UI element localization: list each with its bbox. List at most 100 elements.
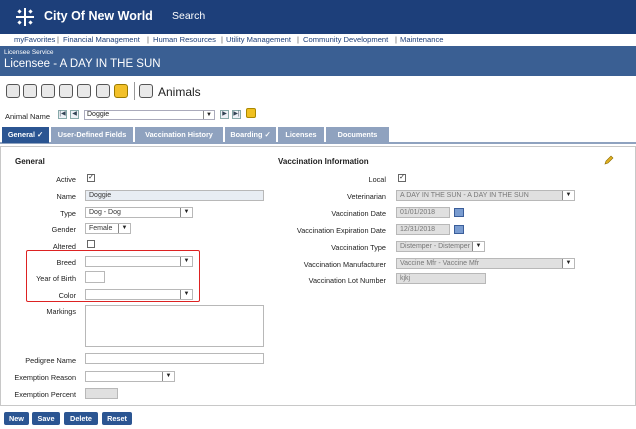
delete-button[interactable]: Delete bbox=[64, 412, 98, 425]
vaccination-date-label: Vaccination Date bbox=[331, 209, 386, 218]
menu-item-hr[interactable]: Human Resources bbox=[153, 35, 216, 44]
toolbar-divider bbox=[134, 82, 135, 100]
last-record-icon[interactable]: ▶| bbox=[232, 110, 241, 119]
exemption-percent-field bbox=[85, 388, 118, 399]
active-checkbox[interactable]: ✓ bbox=[87, 174, 95, 182]
pencil-icon[interactable] bbox=[604, 155, 614, 165]
calendar-icon[interactable] bbox=[454, 225, 464, 234]
menu-item-utility[interactable]: Utility Management bbox=[226, 35, 291, 44]
altered-checkbox[interactable] bbox=[87, 240, 95, 248]
prev-record-icon[interactable]: ◀ bbox=[70, 110, 79, 119]
chevron-down-icon[interactable]: ▼ bbox=[180, 257, 192, 266]
chevron-down-icon[interactable]: ▼ bbox=[180, 208, 192, 217]
toolbar-title: Animals bbox=[158, 85, 201, 99]
exemption-reason-label: Exemption Reason bbox=[14, 373, 76, 382]
menu-item-community[interactable]: Community Development bbox=[303, 35, 388, 44]
vaccination-section-title: Vaccination Information bbox=[278, 157, 369, 166]
service-label: Licensee Service bbox=[4, 49, 54, 56]
main-menu: myFavorites | Financial Management | Hum… bbox=[0, 34, 636, 46]
menu-separator: | bbox=[147, 35, 149, 44]
exemption-percent-label: Exemption Percent bbox=[14, 390, 76, 399]
gender-select-value: Female bbox=[89, 225, 113, 232]
vaccination-type-select[interactable]: Distemper - Distemper ▼ bbox=[396, 241, 485, 252]
pedigree-name-field[interactable] bbox=[85, 353, 264, 364]
vaccination-manufacturer-select[interactable]: Vaccine Mfr - Vaccine Mfr ▼ bbox=[396, 258, 575, 269]
reset-button[interactable]: Reset bbox=[102, 412, 132, 425]
vaccination-date-field[interactable]: 01/01/2018 bbox=[396, 207, 450, 218]
menu-item-maintenance[interactable]: Maintenance bbox=[400, 35, 443, 44]
page-title: Licensee - A DAY IN THE SUN bbox=[4, 58, 161, 70]
edit-icon[interactable] bbox=[59, 84, 73, 98]
lock-icon[interactable] bbox=[246, 108, 256, 118]
type-select[interactable]: Dog - Dog ▼ bbox=[85, 207, 193, 218]
tab-boarding[interactable]: Boarding ✓ bbox=[225, 127, 276, 143]
chevron-down-icon[interactable]: ▼ bbox=[203, 111, 214, 119]
local-label: Local bbox=[368, 175, 386, 184]
vaccination-expiration-field[interactable]: 12/31/2018 bbox=[396, 224, 450, 235]
brand-name[interactable]: City Of New World bbox=[44, 9, 153, 23]
markings-label: Markings bbox=[46, 307, 76, 316]
new-button[interactable]: New bbox=[4, 412, 29, 425]
local-checkbox[interactable]: ✓ bbox=[398, 174, 406, 182]
pedigree-name-label: Pedigree Name bbox=[25, 356, 76, 365]
copy-icon[interactable] bbox=[23, 84, 37, 98]
vaccination-expiration-label: Vaccination Expiration Date bbox=[296, 226, 386, 235]
exemption-reason-select[interactable]: ▼ bbox=[85, 371, 175, 382]
animal-select[interactable]: Doggie ▼ bbox=[84, 110, 215, 120]
calendar-icon[interactable] bbox=[454, 208, 464, 217]
menu-item-financial[interactable]: Financial Management bbox=[63, 35, 140, 44]
tab-general[interactable]: General ✓ bbox=[2, 127, 49, 143]
tab-licenses[interactable]: Licenses bbox=[278, 127, 324, 143]
year-of-birth-field[interactable] bbox=[85, 271, 105, 283]
gender-select[interactable]: Female ▼ bbox=[85, 223, 131, 234]
chevron-down-icon[interactable]: ▼ bbox=[562, 191, 574, 200]
vaccination-lot-label: Vaccination Lot Number bbox=[308, 276, 386, 285]
breed-select[interactable]: ▼ bbox=[85, 256, 193, 267]
veterinarian-select-value: A DAY IN THE SUN - A DAY IN THE SUN bbox=[400, 192, 529, 199]
year-of-birth-label: Year of Birth bbox=[36, 274, 76, 283]
menu-item-favorites[interactable]: myFavorites bbox=[14, 35, 55, 44]
vaccination-lot-field[interactable]: kjkj bbox=[396, 273, 486, 284]
vaccination-manufacturer-select-value: Vaccine Mfr - Vaccine Mfr bbox=[400, 260, 480, 267]
menu-separator: | bbox=[57, 35, 59, 44]
name-label: Name bbox=[56, 192, 76, 201]
chevron-down-icon[interactable]: ▼ bbox=[118, 224, 130, 233]
color-label: Color bbox=[58, 291, 76, 300]
menu-separator: | bbox=[221, 35, 223, 44]
report-icon[interactable] bbox=[96, 84, 110, 98]
search-link[interactable]: Search bbox=[172, 10, 205, 22]
chevron-down-icon[interactable]: ▼ bbox=[562, 259, 574, 268]
name-field[interactable]: Doggie bbox=[85, 190, 264, 201]
chevron-down-icon[interactable]: ▼ bbox=[162, 372, 174, 381]
next-record-icon[interactable]: ▶ bbox=[220, 110, 229, 119]
veterinarian-select[interactable]: A DAY IN THE SUN - A DAY IN THE SUN ▼ bbox=[396, 190, 575, 201]
refresh-icon[interactable] bbox=[41, 84, 55, 98]
veterinarian-label: Veterinarian bbox=[347, 192, 386, 201]
tab-documents[interactable]: Documents bbox=[326, 127, 389, 143]
general-section-title: General bbox=[15, 157, 45, 166]
markings-textarea[interactable] bbox=[85, 305, 264, 347]
type-select-value: Dog - Dog bbox=[89, 209, 121, 216]
print-icon[interactable] bbox=[139, 84, 153, 98]
active-label: Active bbox=[56, 175, 76, 184]
tab-vaccination-history[interactable]: Vaccination History bbox=[135, 127, 223, 143]
first-record-icon[interactable]: |◀ bbox=[58, 110, 67, 119]
stack-icon[interactable] bbox=[77, 84, 91, 98]
menu-separator: | bbox=[395, 35, 397, 44]
vaccination-type-select-value: Distemper - Distemper bbox=[400, 243, 471, 250]
info-icon[interactable] bbox=[6, 84, 20, 98]
breed-label: Breed bbox=[56, 258, 76, 267]
animal-select-value: Doggie bbox=[87, 111, 110, 118]
type-label: Type bbox=[60, 209, 76, 218]
vaccination-manufacturer-label: Vaccination Manufacturer bbox=[303, 260, 386, 269]
menu-separator: | bbox=[297, 35, 299, 44]
color-select[interactable]: ▼ bbox=[85, 289, 193, 300]
chevron-down-icon[interactable]: ▼ bbox=[472, 242, 484, 251]
gender-label: Gender bbox=[51, 225, 76, 234]
tab-user-defined-fields[interactable]: User-Defined Fields bbox=[51, 127, 133, 143]
save-button[interactable]: Save bbox=[32, 412, 60, 425]
vaccination-type-label: Vaccination Type bbox=[331, 243, 386, 252]
chevron-down-icon[interactable]: ▼ bbox=[180, 290, 192, 299]
logo-icon[interactable] bbox=[14, 7, 36, 27]
smiley-icon[interactable] bbox=[114, 84, 128, 98]
